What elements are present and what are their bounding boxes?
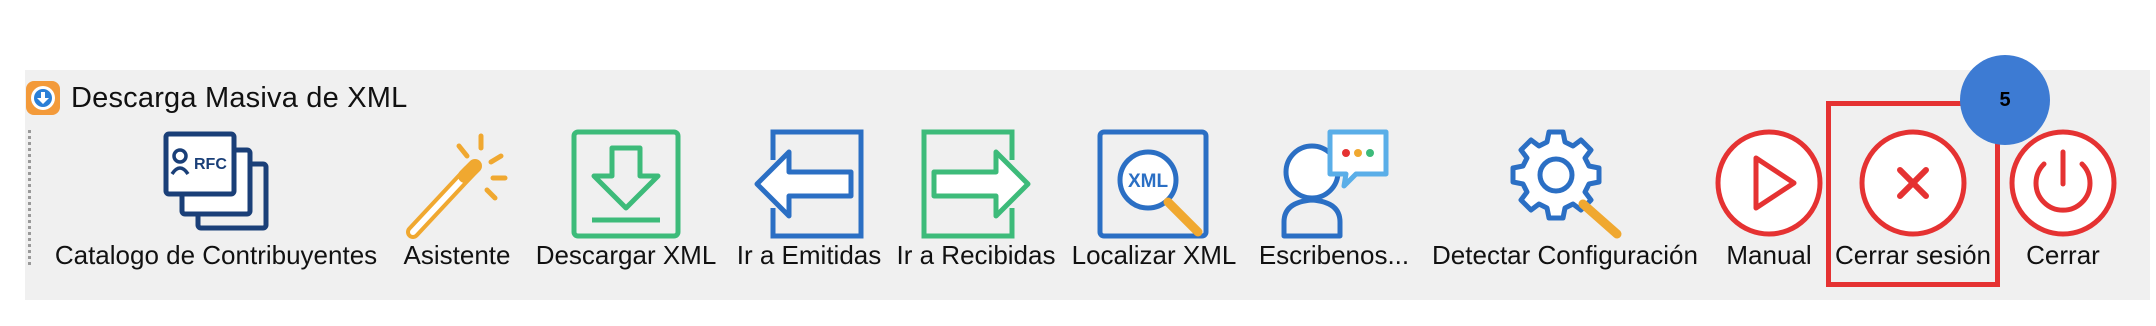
user-chat-icon bbox=[1281, 129, 1389, 239]
title-bar: Descarga Masiva de XML bbox=[25, 78, 407, 118]
cerrar-button[interactable]: Cerrar bbox=[2009, 122, 2117, 282]
ir-a-recibidas-button[interactable]: Ir a Recibidas bbox=[897, 122, 1055, 282]
app-icon bbox=[26, 81, 60, 115]
download-icon bbox=[571, 129, 681, 239]
catalogo-contribuyentes-button[interactable]: RFC Catalogo de Contribuyentes bbox=[55, 122, 377, 282]
svg-text:RFC: RFC bbox=[194, 156, 227, 173]
detectar-configuracion-button[interactable]: Detectar Configuración bbox=[1428, 122, 1702, 282]
gear-search-icon bbox=[1510, 129, 1622, 239]
play-icon bbox=[1715, 129, 1823, 237]
magic-wand-icon bbox=[406, 133, 508, 239]
arrow-right-icon bbox=[921, 129, 1031, 239]
descargar-xml-button[interactable]: Descargar XML bbox=[536, 122, 716, 282]
window-title: Descarga Masiva de XML bbox=[71, 81, 408, 114]
step-badge: 5 bbox=[1960, 55, 2050, 145]
localizar-xml-button[interactable]: XML Localizar XML bbox=[1072, 122, 1236, 282]
arrow-left-icon bbox=[754, 129, 864, 239]
svg-text:XML: XML bbox=[1128, 171, 1169, 192]
power-icon bbox=[2009, 129, 2117, 237]
catalogo-contribuyentes-label: Catalogo de Contribuyentes bbox=[54, 240, 378, 270]
rfc-cards-icon: RFC bbox=[163, 131, 269, 231]
search-xml-icon: XML bbox=[1097, 129, 1209, 239]
